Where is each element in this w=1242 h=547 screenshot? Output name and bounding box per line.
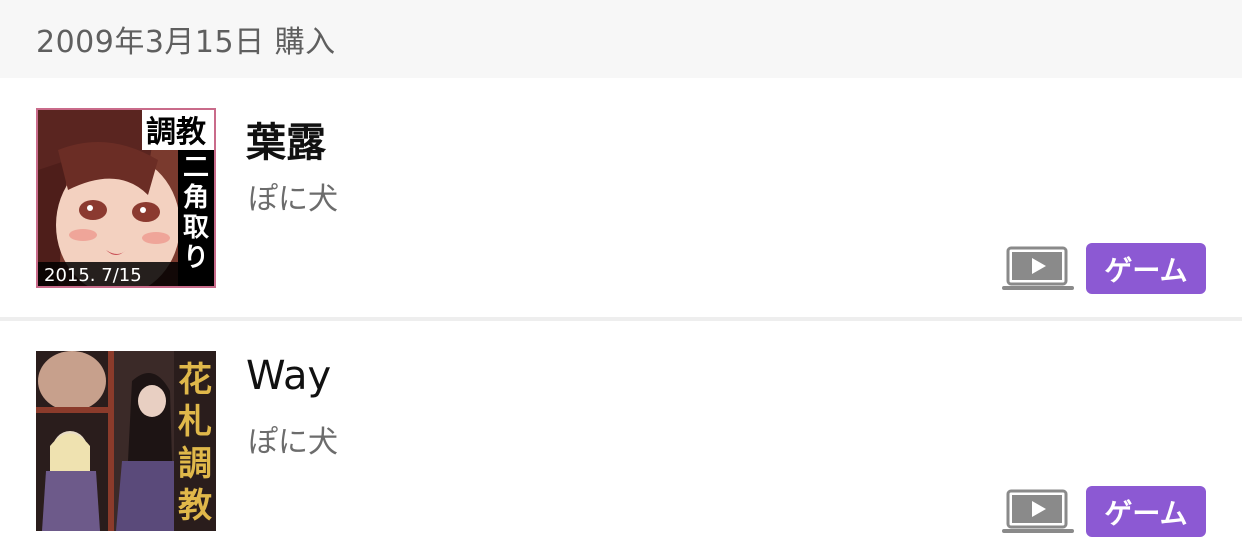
laptop-play-icon: [1002, 246, 1076, 294]
thumbnail-text-1: 調教: [146, 115, 206, 150]
product-thumbnail[interactable]: 調教 二 角 取 り 2015. 7/15: [36, 108, 216, 288]
product-thumbnail[interactable]: 花 札 調 教: [36, 351, 216, 531]
purchase-date-label: 2009年3月15日 購入: [36, 25, 336, 60]
thumbnail-text-2: 二: [183, 153, 209, 183]
product-title[interactable]: 葉露: [246, 110, 326, 168]
product-title[interactable]: Way: [246, 353, 331, 399]
thumbnail-text-3: 調: [178, 444, 212, 484]
purchase-item[interactable]: 調教 二 角 取 り 2015. 7/15 葉露 ぽに犬 ゲーム: [0, 78, 1242, 318]
circle-name[interactable]: ぽに犬: [248, 417, 338, 461]
category-tag-game[interactable]: ゲーム: [1086, 486, 1206, 537]
thumbnail-text-5: り: [183, 243, 209, 273]
thumbnail-text-4: 教: [178, 486, 212, 526]
thumbnail-text-2: 札: [178, 402, 212, 442]
thumbnail-date-stamp: 2015. 7/15: [44, 265, 142, 286]
thumbnail-text-3: 角: [183, 182, 209, 213]
thumbnail-text-1: 花: [178, 360, 212, 400]
circle-name[interactable]: ぽに犬: [248, 174, 338, 218]
purchase-item[interactable]: 花 札 調 教 Way ぽに犬 ゲーム: [0, 321, 1242, 547]
thumbnail-text-4: 取: [183, 213, 209, 243]
purchase-history-page: 2009年3月15日 購入 調教 二 角 取 り 2015. 7/15 葉露 ぽ…: [0, 0, 1242, 547]
purchase-date-header: 2009年3月15日 購入: [0, 0, 1242, 78]
laptop-play-icon: [1002, 489, 1076, 537]
category-tag-game[interactable]: ゲーム: [1086, 243, 1206, 294]
